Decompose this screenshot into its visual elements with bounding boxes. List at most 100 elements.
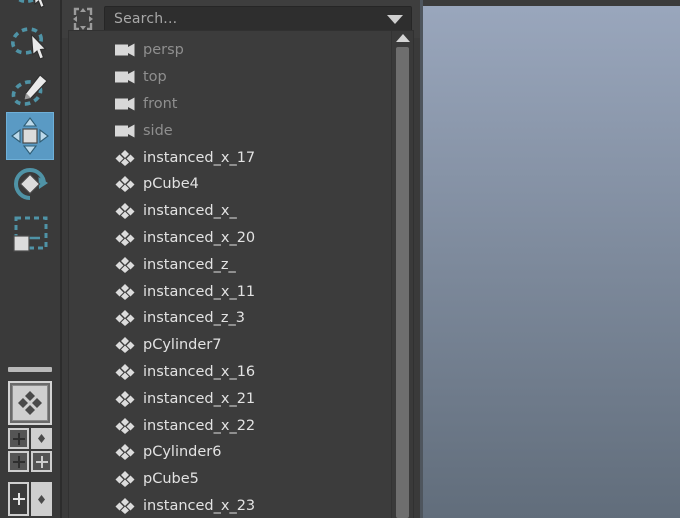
snap-grid-icon <box>12 432 25 445</box>
move-arrows-icon <box>11 117 49 155</box>
tool-scale[interactable] <box>6 210 54 258</box>
snap-to-curve-button[interactable] <box>31 428 52 449</box>
viewport-top-edge <box>423 0 680 6</box>
mesh-icon <box>115 283 135 300</box>
outliner-item[interactable]: instanced_z_3 <box>69 305 391 332</box>
outliner-item-label: front <box>143 95 178 112</box>
tool-lasso-select-partial[interactable] <box>6 0 54 14</box>
snap-viewplane-icon <box>12 493 25 505</box>
outliner-item-label: pCube4 <box>143 176 199 193</box>
toolbar-divider <box>8 367 52 372</box>
camera-icon <box>115 43 135 57</box>
mesh-icon <box>115 203 135 220</box>
mesh-icon <box>115 497 135 514</box>
camera-icon <box>115 124 135 138</box>
mesh-icon <box>115 310 135 327</box>
mesh-icon <box>115 149 135 166</box>
outliner-item[interactable]: side <box>69 117 391 144</box>
mesh-icon <box>115 363 135 380</box>
make-live-icon <box>38 494 45 504</box>
outliner-item[interactable]: instanced_x_20 <box>69 225 391 252</box>
3d-viewport[interactable] <box>420 0 680 518</box>
search-input[interactable]: Search... <box>104 6 412 32</box>
chevron-down-icon[interactable] <box>387 14 403 24</box>
lasso-cursor-icon <box>11 27 47 60</box>
rotate-icon <box>14 168 48 200</box>
mesh-icon <box>115 417 135 434</box>
outliner-item[interactable]: instanced_z_ <box>69 251 391 278</box>
mesh-icon <box>115 229 135 246</box>
outliner-item-label: instanced_x_17 <box>143 149 256 166</box>
selection-frame-icon[interactable] <box>70 6 96 32</box>
search-placeholder-text: Search... <box>114 11 178 27</box>
outliner-list: persp top front side instanced_x_17 pCube4 ins… <box>69 31 391 518</box>
outliner-item-label: pCylinder6 <box>143 444 222 461</box>
snap-to-point-button[interactable] <box>8 451 29 472</box>
outliner-item[interactable]: pCube5 <box>69 466 391 493</box>
mesh-icon <box>115 337 135 354</box>
outliner-item[interactable]: front <box>69 91 391 118</box>
scale-icon <box>13 216 48 252</box>
outliner-item-label: instanced_x_16 <box>143 363 256 380</box>
outliner-item[interactable]: instanced_x_22 <box>69 412 391 439</box>
snap-point-icon <box>12 455 25 468</box>
outliner-item-label: instanced_z_ <box>143 256 236 273</box>
outliner-item-label: instanced_x_11 <box>143 283 256 300</box>
outliner-scrollbar[interactable] <box>391 31 413 518</box>
mesh-icon <box>115 417 135 434</box>
mesh-icon <box>115 390 135 407</box>
camera-icon <box>115 70 135 84</box>
snap-projected-icon <box>35 455 48 468</box>
tool-rotate[interactable] <box>6 160 54 208</box>
outliner-item-label: instanced_x_23 <box>143 497 256 514</box>
outliner-item[interactable]: pCube4 <box>69 171 391 198</box>
tool-move[interactable] <box>6 112 54 160</box>
mesh-icon <box>115 203 135 220</box>
snap-to-grid-button[interactable] <box>8 428 29 449</box>
outliner-list-container: persp top front side instanced_x_17 pCube4 ins… <box>68 30 414 518</box>
camera-icon <box>115 96 135 112</box>
outliner-item[interactable]: instanced_x_21 <box>69 385 391 412</box>
make-live-button[interactable] <box>31 482 52 516</box>
outliner-item[interactable]: instanced_x_16 <box>69 359 391 386</box>
outliner-item[interactable]: pCylinder6 <box>69 439 391 466</box>
outliner-item[interactable]: instanced_x_17 <box>69 144 391 171</box>
mesh-icon <box>115 471 135 488</box>
outliner-panel: Search... persp top front side instanced_x_1… <box>62 0 420 518</box>
mesh-icon <box>115 229 135 246</box>
outliner-item[interactable]: instanced_x_11 <box>69 278 391 305</box>
outliner-item[interactable]: instanced_x_ <box>69 198 391 225</box>
scroll-up-arrow-icon[interactable] <box>395 34 410 42</box>
tool-paint-select[interactable] <box>6 66 54 114</box>
paint-brush-icon <box>11 74 48 106</box>
mesh-icon <box>115 444 135 461</box>
camera-icon <box>115 42 135 58</box>
outliner-item[interactable]: instanced_x_23 <box>69 493 391 518</box>
outliner-item-label: instanced_x_ <box>143 203 237 220</box>
scrollbar-thumb[interactable] <box>396 47 409 518</box>
tool-lasso-select[interactable] <box>6 18 54 66</box>
outliner-item[interactable]: persp <box>69 37 391 64</box>
mesh-icon <box>115 149 135 166</box>
mesh-icon <box>115 363 135 380</box>
snap-to-projected-button[interactable] <box>31 451 52 472</box>
outliner-item-label: persp <box>143 42 184 59</box>
tool-shelf <box>0 0 62 518</box>
mesh-icon <box>115 471 135 488</box>
mesh-icon <box>115 283 135 300</box>
lasso-icon <box>12 0 45 9</box>
mesh-icon <box>115 310 135 327</box>
manipulator-toggle-button[interactable] <box>8 381 52 425</box>
outliner-item-label: instanced_x_21 <box>143 390 256 407</box>
mesh-icon <box>115 497 135 514</box>
outliner-item-label: side <box>143 122 173 139</box>
outliner-item[interactable]: pCylinder7 <box>69 332 391 359</box>
mesh-icon <box>115 176 135 193</box>
snap-to-view-plane-button[interactable] <box>8 482 29 516</box>
mesh-icon <box>115 390 135 407</box>
outliner-item-label: top <box>143 69 167 86</box>
camera-icon <box>115 69 135 85</box>
outliner-item[interactable]: top <box>69 64 391 91</box>
outliner-item-label: pCube5 <box>143 471 199 488</box>
maya-window: Search... persp top front side instanced_x_1… <box>0 0 680 518</box>
